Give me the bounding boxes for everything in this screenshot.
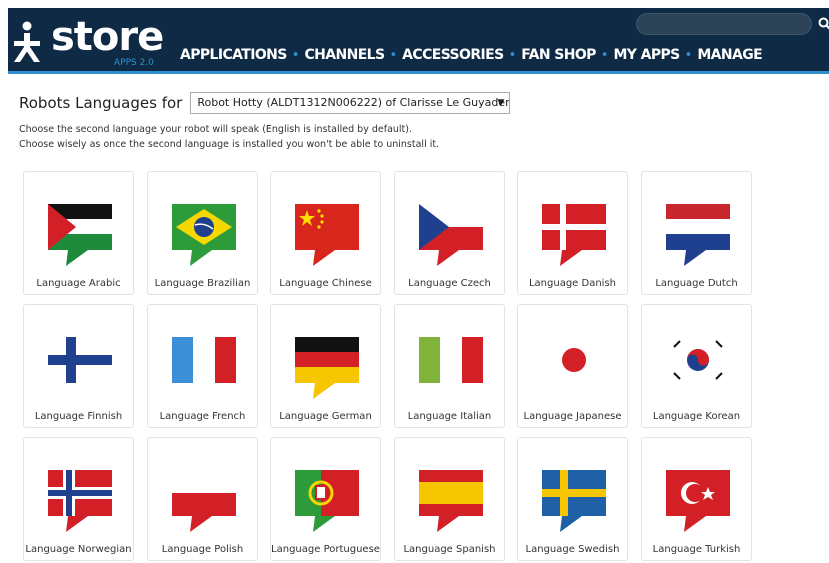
- nav-accessories[interactable]: ACCESSORIES: [402, 47, 504, 63]
- brand-name[interactable]: store: [51, 13, 164, 61]
- nav-my-apps[interactable]: MY APPS: [613, 47, 680, 63]
- top-header: store APPS 2.0 APPLICATIONS • CHANNELS •…: [8, 8, 829, 74]
- language-card-spanish[interactable]: Language Spanish: [394, 437, 505, 561]
- language-card-label: Language Danish: [528, 278, 617, 289]
- danish-flag-icon: [542, 204, 606, 266]
- language-card-label: Language Brazilian: [154, 278, 251, 289]
- language-card-label: Language Chinese: [279, 278, 372, 289]
- language-card-japanese[interactable]: Language Japanese: [517, 304, 628, 428]
- language-card-polish[interactable]: Language Polish: [147, 437, 258, 561]
- language-card-label: Language French: [159, 411, 246, 422]
- nav-separator: •: [684, 47, 693, 63]
- main-nav: APPLICATIONS • CHANNELS • ACCESSORIES • …: [180, 46, 763, 64]
- language-card-label: Language Finnish: [34, 411, 123, 422]
- nav-applications[interactable]: APPLICATIONS: [180, 47, 287, 63]
- store-logo-icon[interactable]: [12, 21, 42, 63]
- language-card-finnish[interactable]: Language Finnish: [23, 304, 134, 428]
- robot-select[interactable]: Robot Hotty (ALDT1312N006222) of Clariss…: [190, 92, 511, 114]
- french-flag-icon: [172, 337, 236, 399]
- finnish-flag-icon: [48, 337, 112, 399]
- norwegian-flag-icon: [48, 470, 112, 532]
- brand-version: APPS 2.0: [114, 58, 154, 68]
- robot-select-value: Robot Hotty (ALDT1312N006222) of Clariss…: [197, 96, 510, 109]
- language-card-label: Language Arabic: [36, 278, 121, 289]
- search-input[interactable]: [636, 13, 812, 35]
- language-card-brazilian[interactable]: Language Brazilian: [147, 171, 258, 295]
- chinese-flag-icon: [295, 204, 359, 266]
- portuguese-flag-icon: [295, 470, 359, 532]
- language-card-label: Language Polish: [161, 544, 244, 555]
- language-card-label: Language Turkish: [652, 544, 741, 555]
- arabic-flag-icon: [48, 204, 112, 266]
- hint-text: Choose wisely as once the second languag…: [19, 139, 440, 150]
- language-card-swedish[interactable]: Language Swedish: [517, 437, 628, 561]
- language-card-label: Language Italian: [407, 411, 492, 422]
- dutch-flag-icon: [666, 204, 730, 266]
- language-card-label: Language Spanish: [403, 544, 496, 555]
- language-card-label: Language German: [279, 411, 372, 422]
- language-card-label: Language Norwegian: [25, 544, 132, 555]
- german-flag-icon: [295, 337, 359, 399]
- language-card-label: Language Japanese: [523, 411, 622, 422]
- language-card-label: Language Czech: [408, 278, 491, 289]
- language-card-label: Language Korean: [652, 411, 741, 422]
- language-card-dutch[interactable]: Language Dutch: [641, 171, 752, 295]
- language-card-german[interactable]: Language German: [270, 304, 381, 428]
- brazilian-flag-icon: [172, 204, 236, 266]
- language-card-label: Language Portuguese: [271, 544, 380, 555]
- nav-separator: •: [508, 47, 517, 63]
- nav-manage[interactable]: MANAGE: [697, 47, 762, 63]
- nav-fan-shop[interactable]: FAN SHOP: [521, 47, 596, 63]
- dropdown-arrow-icon: ▼: [497, 98, 505, 108]
- language-card-portuguese[interactable]: Language Portuguese: [270, 437, 381, 561]
- language-card-chinese[interactable]: Language Chinese: [270, 171, 381, 295]
- language-card-danish[interactable]: Language Danish: [517, 171, 628, 295]
- search-icon[interactable]: [818, 17, 829, 31]
- language-card-label: Language Swedish: [525, 544, 620, 555]
- swedish-flag-icon: [542, 470, 606, 532]
- nav-separator: •: [389, 47, 398, 63]
- korean-flag-icon: [666, 337, 730, 399]
- japanese-flag-icon: [542, 337, 606, 399]
- spanish-flag-icon: [419, 470, 483, 532]
- hint-text: Choose the second language your robot wi…: [19, 124, 412, 135]
- nav-channels[interactable]: CHANNELS: [304, 47, 385, 63]
- language-card-czech[interactable]: Language Czech: [394, 171, 505, 295]
- polish-flag-icon: [172, 470, 236, 532]
- nav-separator: •: [600, 47, 609, 63]
- nav-separator: •: [291, 47, 300, 63]
- language-card-turkish[interactable]: Language Turkish: [641, 437, 752, 561]
- title-row: Robots Languages for Robot Hotty (ALDT13…: [19, 92, 511, 114]
- language-card-italian[interactable]: Language Italian: [394, 304, 505, 428]
- italian-flag-icon: [419, 337, 483, 399]
- language-card-arabic[interactable]: Language Arabic: [23, 171, 134, 295]
- language-card-korean[interactable]: Language Korean: [641, 304, 752, 428]
- page-title: Robots Languages for: [19, 94, 183, 112]
- czech-flag-icon: [419, 204, 483, 266]
- language-card-label: Language Dutch: [655, 278, 738, 289]
- turkish-flag-icon: [666, 470, 730, 532]
- language-card-norwegian[interactable]: Language Norwegian: [23, 437, 134, 561]
- language-card-french[interactable]: Language French: [147, 304, 258, 428]
